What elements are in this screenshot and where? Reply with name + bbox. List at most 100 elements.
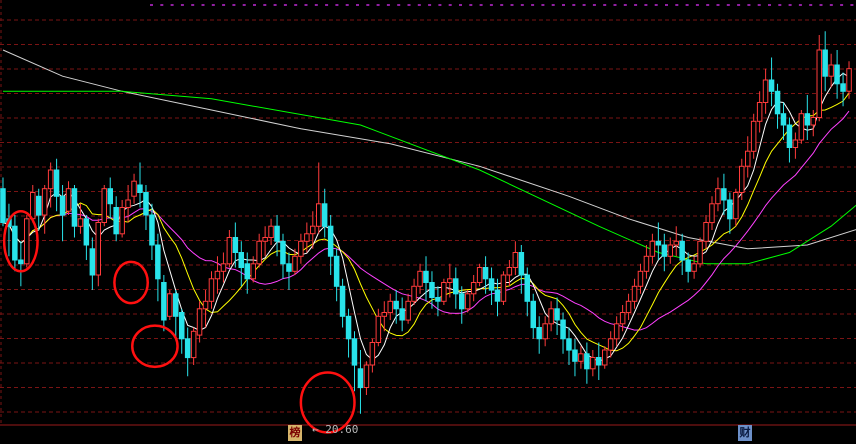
- candle-body: [292, 255, 298, 272]
- candle-body: [143, 192, 149, 216]
- top-tick: [541, 4, 545, 6]
- top-tick: [582, 4, 586, 6]
- candle-body: [101, 188, 107, 223]
- top-tick: [160, 4, 164, 6]
- candle-body: [256, 240, 262, 265]
- candle-body: [840, 83, 846, 92]
- candle-body: [792, 139, 799, 148]
- candle-body: [554, 308, 560, 321]
- candle-body: [387, 300, 393, 314]
- candle-body: [298, 240, 304, 257]
- candle-body: [238, 252, 244, 268]
- candle-body: [655, 240, 662, 246]
- top-tick: [211, 4, 215, 6]
- candle-body: [780, 113, 787, 126]
- top-tick: [376, 4, 380, 6]
- candle-body: [739, 165, 745, 194]
- candle-body: [631, 285, 638, 302]
- candle-body: [745, 150, 751, 167]
- candle-body: [613, 323, 620, 340]
- candle-body: [536, 327, 542, 340]
- candle-body: [30, 192, 36, 220]
- candle-body: [47, 169, 54, 190]
- candle-body: [36, 195, 42, 216]
- top-tick: [232, 4, 236, 6]
- candle-body: [500, 274, 507, 302]
- candle-body: [345, 315, 352, 340]
- candle-body: [363, 364, 370, 388]
- candle-body: [369, 342, 376, 366]
- candle-body: [679, 240, 685, 261]
- top-tick: [201, 4, 205, 6]
- candle-body: [316, 203, 322, 227]
- candle-body: [828, 64, 834, 77]
- candle-body: [750, 120, 757, 152]
- candle-body: [65, 188, 72, 212]
- candle-body: [756, 102, 763, 122]
- candle-body: [804, 113, 811, 126]
- top-tick: [222, 4, 226, 6]
- candle-body: [518, 252, 525, 276]
- candle-body: [53, 169, 60, 197]
- top-tick: [335, 4, 339, 6]
- candle-body: [482, 267, 489, 280]
- top-tick: [778, 4, 782, 6]
- candle-body: [691, 263, 697, 272]
- candle-body: [423, 270, 429, 283]
- candle-body: [470, 282, 477, 295]
- candle-body: [542, 323, 548, 340]
- top-tick: [448, 4, 452, 6]
- top-tick: [551, 4, 555, 6]
- candle-body: [0, 188, 6, 223]
- bang-badge[interactable]: 榜: [288, 425, 302, 441]
- candle-body: [822, 49, 828, 77]
- top-tick: [150, 4, 153, 6]
- top-tick: [644, 4, 648, 6]
- candle-body: [59, 195, 66, 216]
- top-tick: [829, 4, 833, 6]
- highlight-circle: [131, 324, 179, 369]
- candle-body: [590, 357, 596, 370]
- top-tick: [592, 4, 596, 6]
- top-tick: [294, 4, 298, 6]
- candle-body: [798, 113, 805, 141]
- candle-body: [155, 244, 161, 280]
- candle-body: [464, 293, 471, 310]
- candle-body: [697, 240, 703, 265]
- highlight-circle: [113, 260, 150, 305]
- ma60-line: [3, 90, 856, 265]
- candle-body: [560, 319, 566, 340]
- top-tick: [726, 4, 730, 6]
- top-tick: [500, 4, 504, 6]
- top-tick: [788, 4, 792, 6]
- candle-body: [530, 300, 536, 329]
- top-tick: [603, 4, 607, 6]
- candle-body: [125, 199, 131, 208]
- top-tick: [438, 4, 442, 6]
- candle-body: [721, 188, 727, 201]
- candle-body: [184, 338, 191, 359]
- candle-body: [113, 207, 119, 235]
- candle-body: [566, 338, 572, 351]
- cai-badge[interactable]: 财: [738, 425, 752, 441]
- candle-body: [810, 117, 816, 126]
- candle-body: [131, 180, 137, 197]
- candle-body: [310, 225, 316, 235]
- candle-body: [250, 263, 256, 280]
- candle-body: [572, 349, 578, 362]
- candle-body: [381, 312, 387, 317]
- top-tick: [263, 4, 267, 6]
- top-tick: [665, 4, 668, 6]
- top-tick: [253, 4, 256, 6]
- top-tick: [397, 4, 401, 6]
- candle-body: [715, 188, 721, 205]
- candle-body: [280, 240, 286, 265]
- candle-body: [196, 308, 203, 336]
- top-tick: [459, 4, 462, 6]
- candle-body: [107, 188, 113, 205]
- top-tick: [428, 4, 432, 6]
- candle-body: [649, 240, 656, 257]
- candle-body: [208, 278, 215, 302]
- candle-body: [393, 300, 399, 310]
- top-tick: [747, 4, 751, 6]
